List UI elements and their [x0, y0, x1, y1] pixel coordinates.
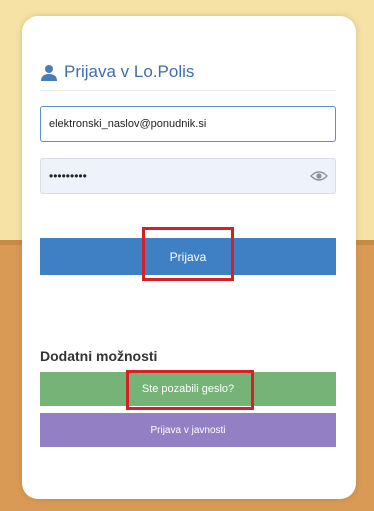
- forgot-password-button[interactable]: Ste pozabili geslo?: [40, 372, 336, 406]
- email-field[interactable]: [40, 106, 336, 142]
- login-title: Prijava v Lo.Polis: [40, 62, 194, 82]
- user-icon: [41, 64, 57, 81]
- password-field[interactable]: [40, 158, 336, 194]
- login-button[interactable]: Prijava: [40, 238, 336, 275]
- options-heading: Dodatni možnosti: [40, 348, 158, 364]
- title-divider: [40, 90, 336, 91]
- public-login-button[interactable]: Prijava v javnosti: [40, 413, 336, 447]
- eye-icon[interactable]: [310, 169, 328, 183]
- login-title-text: Prijava v Lo.Polis: [64, 62, 195, 81]
